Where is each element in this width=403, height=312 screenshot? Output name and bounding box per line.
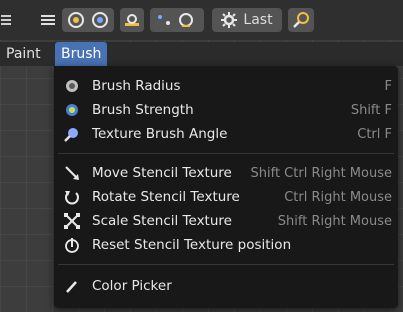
menu-icon[interactable] <box>40 8 56 32</box>
menu-item-label: Rotate Stencil Texture <box>92 189 240 205</box>
header-toolbar: Last <box>0 0 403 40</box>
reset-stencil-icon <box>65 238 79 253</box>
menu-item-texture-brush-angle[interactable]: Texture Brush Angle Ctrl F <box>54 122 398 146</box>
menu-item-brush-strength[interactable]: Brush Strength Shift F <box>54 98 398 122</box>
menu-item-brush-radius[interactable]: Brush Radius F <box>54 74 398 98</box>
menu-item-shortcut: Shift F <box>350 102 392 118</box>
last-settings-button[interactable]: Last <box>212 8 282 32</box>
menu-item-shortcut: F <box>384 78 392 94</box>
menu-item-label: Brush Strength <box>92 102 194 118</box>
texture-angle-icon <box>64 128 78 142</box>
symmetry-icon <box>158 13 193 27</box>
menu-paint[interactable]: Paint <box>0 42 47 66</box>
menu-item-label: Color Picker <box>92 278 172 294</box>
menu-separator <box>58 153 394 154</box>
menu-item-scale-stencil-texture[interactable]: Scale Stencil Texture Shift Right Mouse <box>54 209 398 233</box>
menu-item-shortcut: Shift Ctrl Right Mouse <box>250 165 393 181</box>
scale-stencil-icon <box>64 213 80 229</box>
menu-item-shortcut: Ctrl Right Mouse <box>284 189 392 205</box>
menu-item-shortcut: Shift Right Mouse <box>277 213 392 229</box>
gear-icon <box>221 12 238 28</box>
color-picker-icon <box>66 281 77 293</box>
menu-item-label: Move Stencil Texture <box>92 165 232 181</box>
rotate-stencil-icon <box>65 191 79 205</box>
move-stencil-icon <box>65 166 79 180</box>
pressure-icon <box>68 12 108 28</box>
menu-item-move-stencil-texture[interactable]: Move Stencil Texture Shift Ctrl Right Mo… <box>54 161 398 185</box>
brush-strength-icon <box>66 104 78 116</box>
brush-menu-dropdown: Brush Radius F Brush Strength Shift F Te… <box>54 66 398 308</box>
pressure-toggle-group[interactable] <box>62 8 114 32</box>
menu-bar: Paint Brush <box>0 42 403 66</box>
menu-item-rotate-stencil-texture[interactable]: Rotate Stencil Texture Ctrl Right Mouse <box>54 185 398 209</box>
menu-item-label: Scale Stencil Texture <box>92 213 232 229</box>
search-icon[interactable] <box>288 8 314 32</box>
last-label: Last <box>243 12 273 28</box>
menu-item-shortcut: Ctrl F <box>357 126 392 142</box>
grip-icon[interactable] <box>0 8 14 32</box>
brush-radius-icon <box>66 80 78 92</box>
menu-brush[interactable]: Brush <box>55 42 108 66</box>
menu-separator <box>58 264 394 265</box>
menu-item-label: Texture Brush Angle <box>92 126 228 142</box>
menu-item-label: Reset Stencil Texture position <box>92 237 292 253</box>
menu-item-label: Brush Radius <box>92 78 181 94</box>
menu-item-color-picker[interactable]: Color Picker <box>54 274 398 298</box>
menu-item-reset-stencil-texture-position[interactable]: Reset Stencil Texture position <box>54 233 398 257</box>
falloff-icon[interactable] <box>120 8 144 32</box>
symmetry-toggle-group[interactable] <box>150 8 204 32</box>
